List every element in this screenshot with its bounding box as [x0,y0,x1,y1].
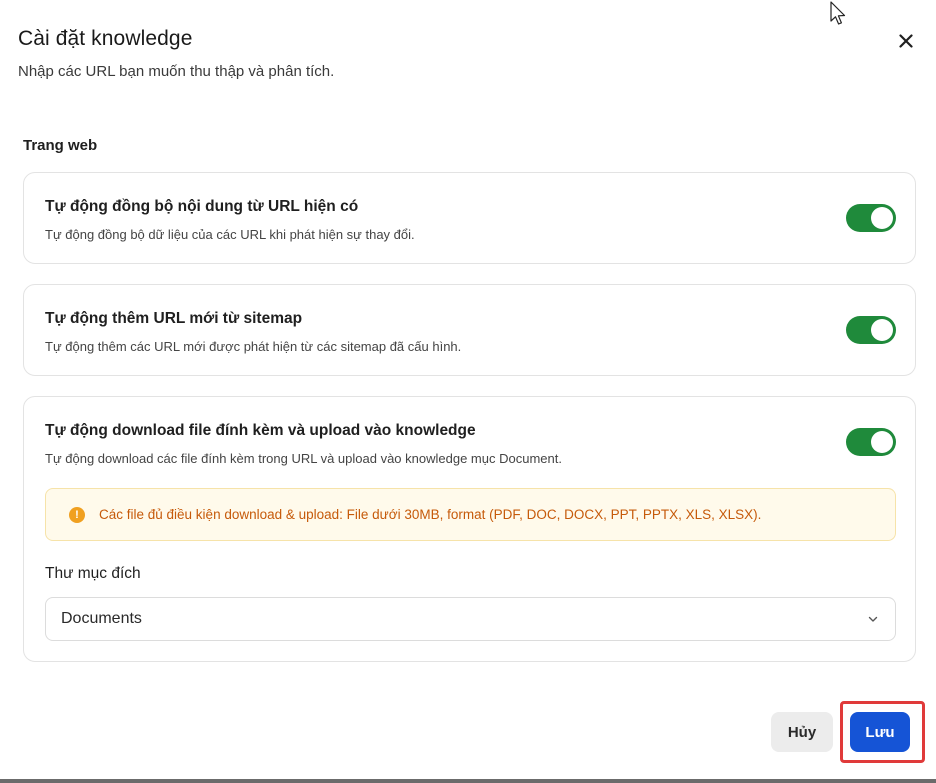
save-button[interactable]: Lưu [850,712,910,752]
warning-circle-icon: ! [69,506,85,523]
setting-card-attachments: Tự động download file đính kèm và upload… [23,396,916,662]
section-label-website: Trang web [23,137,98,154]
setting-card-sitemap: Tự động thêm URL mới từ sitemap Tự động … [23,284,916,376]
destination-folder-select[interactable]: Documents [45,597,896,641]
dialog-title: Cài đặt knowledge [18,27,193,50]
setting-card-sync-urls: Tự động đồng bộ nội dung từ URL hiện có … [23,172,916,264]
toggle-knob [871,207,893,229]
close-button[interactable] [893,28,919,54]
setting-title: Tự động đồng bộ nội dung từ URL hiện có [45,198,359,215]
knowledge-settings-dialog: Cài đặt knowledge Nhập các URL bạn muốn … [0,0,936,783]
toggle-knob [871,319,893,341]
dialog-subtitle: Nhập các URL bạn muốn thu thập và phân t… [18,63,335,80]
setting-description: Tự động download các file đính kèm trong… [45,451,562,466]
setting-description: Tự động đồng bộ dữ liệu của các URL khi … [45,227,415,242]
toggle-attachments[interactable] [846,428,896,456]
toggle-sitemap[interactable] [846,316,896,344]
setting-description: Tự động thêm các URL mới được phát hiện … [45,339,462,354]
destination-folder-label: Thư mục đích [45,565,141,582]
close-icon [899,34,913,48]
cancel-button[interactable]: Hủy [771,712,833,752]
setting-title: Tự động download file đính kèm và upload… [45,422,476,439]
toggle-sync-urls[interactable] [846,204,896,232]
selected-folder-value: Documents [61,610,142,627]
toggle-knob [871,431,893,453]
file-requirements-notice: ! Các file đủ điều kiện download & uploa… [45,488,896,541]
chevron-down-icon [868,616,878,622]
setting-title: Tự động thêm URL mới từ sitemap [45,310,303,327]
mouse-cursor-icon [830,1,846,25]
dialog-bottom-edge [0,779,936,783]
notice-text: Các file đủ điều kiện download & upload:… [99,507,762,522]
